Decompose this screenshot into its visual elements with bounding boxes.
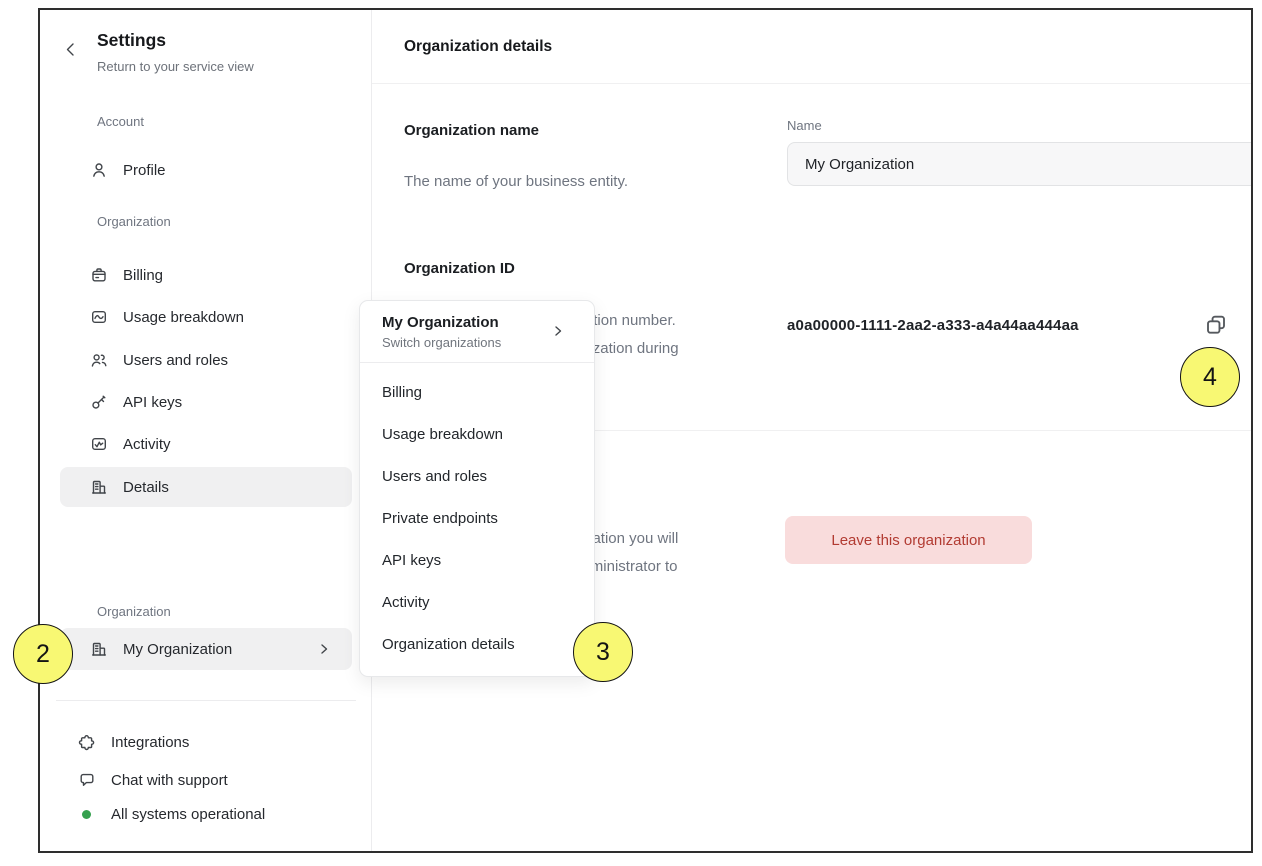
sidebar-subtitle: Return to your service view: [97, 59, 254, 74]
status-label: All systems operational: [111, 806, 265, 823]
chat-bubble-icon: [78, 771, 96, 789]
menu-item-api-keys[interactable]: API keys: [360, 540, 594, 582]
sidebar-item-profile[interactable]: Profile: [60, 150, 352, 190]
billing-icon: [90, 266, 108, 284]
organization-dropdown-menu: My Organization Switch organizations Bil…: [359, 300, 595, 677]
chevron-left-icon: [62, 40, 80, 58]
sidebar-item-users-and-roles[interactable]: Users and roles: [60, 340, 352, 380]
sidebar-item-label: Activity: [123, 436, 171, 453]
section-label-account: Account: [97, 114, 144, 129]
menu-item-billing[interactable]: Billing: [360, 372, 594, 414]
chevron-right-icon: [552, 325, 564, 337]
dropdown-title: My Organization: [382, 314, 574, 331]
status-green-dot-icon: [82, 810, 91, 819]
copy-button[interactable]: [1204, 313, 1228, 337]
settings-sidebar: Settings Return to your service view Acc…: [40, 10, 372, 851]
building-icon: [90, 640, 108, 658]
organization-id-value: a0a00000-1111-2aa2-a333-a4a44aa444aa: [787, 317, 1079, 334]
organization-name-input[interactable]: [787, 142, 1251, 186]
person-icon: [90, 161, 108, 179]
annotation-circle-4: 4: [1180, 347, 1240, 407]
sidebar-item-label: My Organization: [123, 641, 232, 658]
sidebar-item-label: Details: [123, 479, 169, 496]
users-icon: [90, 351, 108, 369]
dropdown-subtitle: Switch organizations: [382, 335, 574, 350]
chevron-right-icon: [318, 643, 330, 655]
sidebar-item-usage-breakdown[interactable]: Usage breakdown: [60, 297, 352, 337]
page-title: Organization details: [404, 38, 552, 56]
copy-icon: [1204, 313, 1228, 337]
menu-item-activity[interactable]: Activity: [360, 582, 594, 624]
dropdown-header-my-organization[interactable]: My Organization Switch organizations: [360, 301, 594, 362]
sidebar-item-billing[interactable]: Billing: [60, 255, 352, 295]
sidebar-item-label: Chat with support: [111, 772, 228, 789]
header-divider: [372, 83, 1251, 84]
menu-item-private-endpoints[interactable]: Private endpoints: [360, 498, 594, 540]
back-button[interactable]: [62, 40, 80, 58]
menu-item-users-and-roles[interactable]: Users and roles: [360, 456, 594, 498]
sidebar-item-api-keys[interactable]: API keys: [60, 382, 352, 422]
key-icon: [90, 393, 108, 411]
dropdown-list: Billing Usage breakdown Users and roles …: [360, 363, 594, 676]
leave-organization-button[interactable]: Leave this organization: [785, 516, 1032, 564]
menu-item-organization-details[interactable]: Organization details: [360, 624, 594, 666]
app-window: Settings Return to your service view Acc…: [38, 8, 1253, 853]
sidebar-item-chat-support[interactable]: Chat with support: [56, 762, 356, 798]
section-label-organization: Organization: [97, 214, 171, 229]
sidebar-item-details[interactable]: Details: [60, 467, 352, 507]
sidebar-item-my-organization[interactable]: My Organization: [60, 628, 352, 670]
sidebar-item-system-status[interactable]: All systems operational: [56, 796, 356, 832]
section-label-org-switcher: Organization: [97, 604, 171, 619]
sidebar-title: Settings: [97, 30, 166, 51]
sidebar-item-label: Profile: [123, 162, 166, 179]
sidebar-item-label: Users and roles: [123, 352, 228, 369]
menu-item-usage-breakdown[interactable]: Usage breakdown: [360, 414, 594, 456]
puzzle-icon: [78, 733, 96, 751]
annotation-circle-2: 2: [13, 624, 73, 684]
sidebar-item-label: API keys: [123, 394, 182, 411]
sidebar-item-label: Integrations: [111, 734, 189, 751]
sidebar-item-label: Usage breakdown: [123, 309, 244, 326]
sidebar-divider: [56, 700, 356, 701]
name-field-label: Name: [787, 118, 822, 133]
org-name-description: The name of your business entity.: [404, 168, 628, 196]
building-icon: [90, 478, 108, 496]
org-name-heading: Organization name: [404, 122, 539, 139]
sidebar-item-label: Billing: [123, 267, 163, 284]
sidebar-item-integrations[interactable]: Integrations: [56, 724, 356, 760]
org-id-heading: Organization ID: [404, 260, 515, 277]
annotation-circle-3: 3: [573, 622, 633, 682]
activity-icon: [90, 435, 108, 453]
sidebar-item-activity[interactable]: Activity: [60, 424, 352, 464]
usage-chart-icon: [90, 308, 108, 326]
